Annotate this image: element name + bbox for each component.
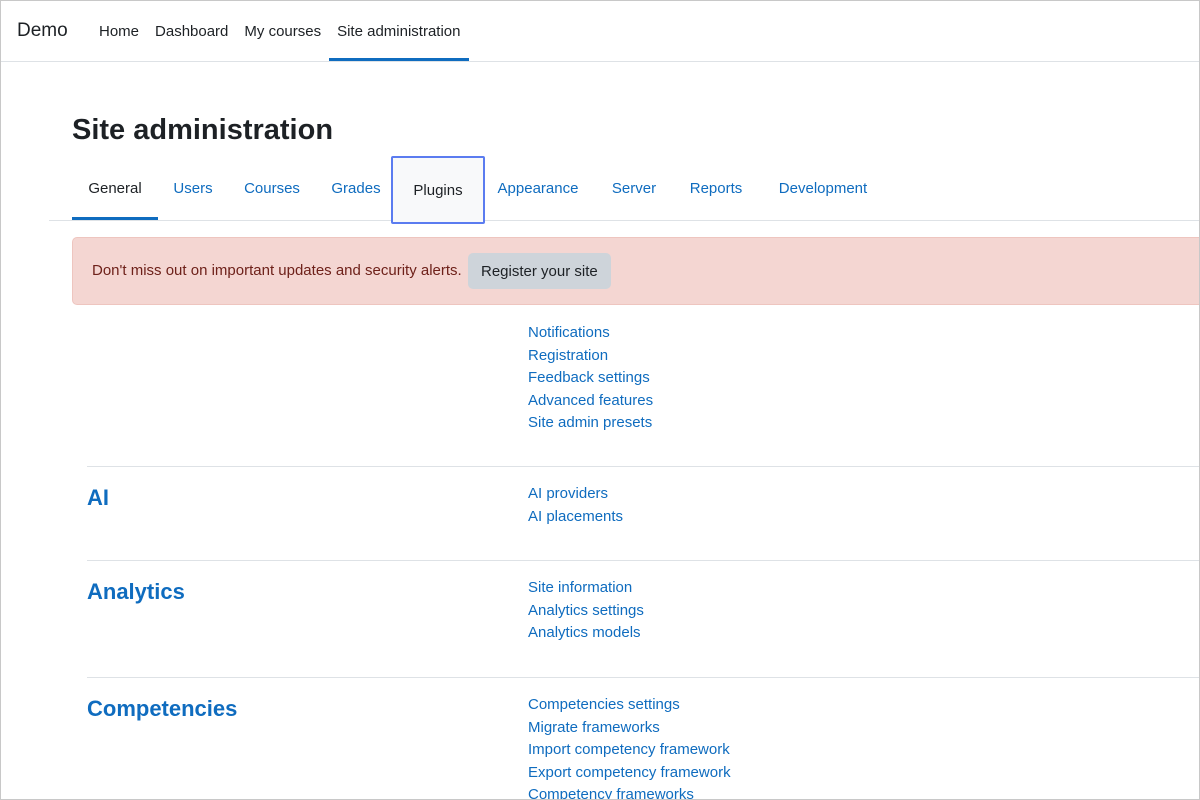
link-notifications[interactable]: Notifications <box>528 322 653 345</box>
site-brand[interactable]: Demo <box>17 20 68 42</box>
tab-development[interactable]: Development <box>767 157 879 220</box>
tab-grades[interactable]: Grades <box>319 157 393 220</box>
link-migrate-frameworks[interactable]: Migrate frameworks <box>528 717 731 740</box>
link-advanced-features[interactable]: Advanced features <box>528 390 653 413</box>
link-registration[interactable]: Registration <box>528 345 653 368</box>
section-divider <box>87 560 1199 561</box>
ai-links: AI providers AI placements <box>528 483 623 528</box>
section-divider <box>87 677 1199 678</box>
nav-item-my-courses[interactable]: My courses <box>236 1 329 61</box>
link-ai-providers[interactable]: AI providers <box>528 483 623 506</box>
alert-message: Don't miss out on important updates and … <box>92 262 462 279</box>
section-divider <box>87 466 1199 467</box>
nav-item-home[interactable]: Home <box>91 1 147 61</box>
tab-plugins[interactable]: Plugins <box>391 156 485 224</box>
link-analytics-settings[interactable]: Analytics settings <box>528 600 644 623</box>
top-navbar: Demo Home Dashboard My courses Site admi… <box>1 1 1199 62</box>
tab-appearance[interactable]: Appearance <box>489 157 587 220</box>
link-analytics-models[interactable]: Analytics models <box>528 622 644 645</box>
tab-general[interactable]: General <box>72 157 158 220</box>
tab-server[interactable]: Server <box>601 157 667 220</box>
admin-tabs: General Users Courses Grades Plugins App… <box>49 156 1199 224</box>
link-competency-frameworks[interactable]: Competency frameworks <box>528 784 731 799</box>
competencies-links: Competencies settings Migrate frameworks… <box>528 694 731 799</box>
nav-item-dashboard[interactable]: Dashboard <box>147 1 236 61</box>
tab-reports[interactable]: Reports <box>679 157 753 220</box>
section-heading-ai[interactable]: AI <box>87 485 109 511</box>
link-competencies-settings[interactable]: Competencies settings <box>528 694 731 717</box>
registration-alert: Don't miss out on important updates and … <box>72 237 1199 305</box>
link-feedback-settings[interactable]: Feedback settings <box>528 367 653 390</box>
link-ai-placements[interactable]: AI placements <box>528 506 623 529</box>
link-site-admin-presets[interactable]: Site admin presets <box>528 412 653 435</box>
analytics-links: Site information Analytics settings Anal… <box>528 577 644 645</box>
nav-item-site-administration[interactable]: Site administration <box>329 1 469 61</box>
browser-viewport: Demo Home Dashboard My courses Site admi… <box>0 0 1200 800</box>
tab-courses[interactable]: Courses <box>229 157 315 220</box>
tab-users[interactable]: Users <box>159 157 227 220</box>
link-site-information[interactable]: Site information <box>528 577 644 600</box>
section-heading-competencies[interactable]: Competencies <box>87 696 237 722</box>
link-export-competency-framework[interactable]: Export competency framework <box>528 762 731 785</box>
link-import-competency-framework[interactable]: Import competency framework <box>528 739 731 762</box>
register-site-button[interactable]: Register your site <box>468 253 611 289</box>
primary-navigation: Home Dashboard My courses Site administr… <box>91 1 469 61</box>
page-title: Site administration <box>72 114 334 146</box>
section-heading-analytics[interactable]: Analytics <box>87 579 185 605</box>
general-links: Notifications Registration Feedback sett… <box>528 322 653 435</box>
